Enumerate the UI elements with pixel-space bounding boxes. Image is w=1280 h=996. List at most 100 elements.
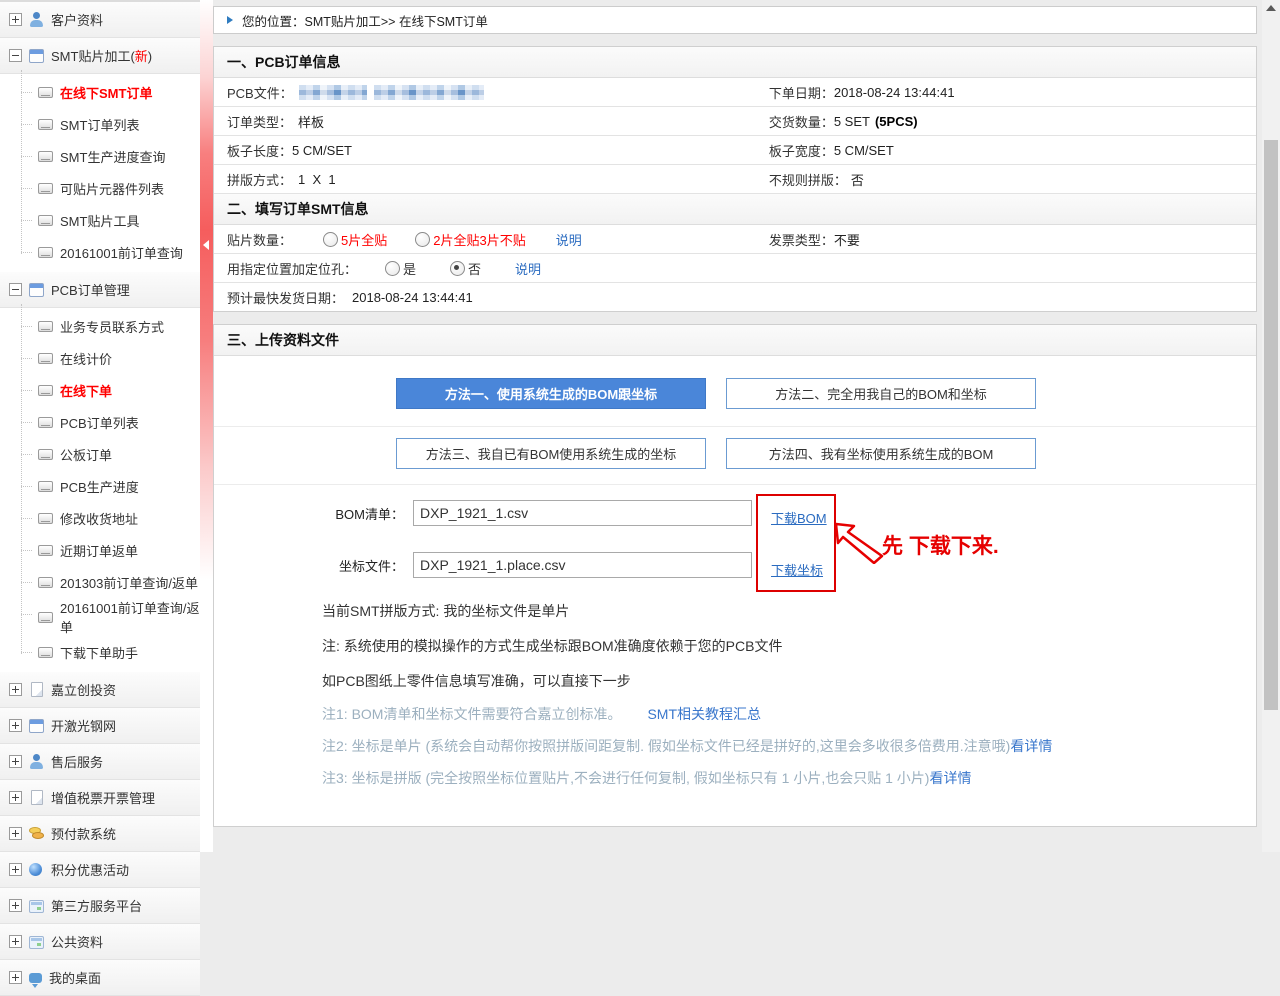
upload-footnotes: 注1: BOM清单和坐标文件需要符合嘉立创标准。SMT相关教程汇总 注2: 坐标… <box>322 698 1052 794</box>
radio-2of5-label[interactable]: 2片全贴3片不贴 <box>433 230 525 249</box>
expand-plus-icon[interactable] <box>9 13 22 26</box>
balloon-icon <box>29 863 42 876</box>
radio-yes-label[interactable]: 是 <box>403 259 416 278</box>
sidebar-item-online-order[interactable]: 在线下单 <box>0 374 200 406</box>
sidebar-item-smt-production-progress[interactable]: SMT生产进度查询 <box>0 140 200 172</box>
method4-button[interactable]: 方法四、我有坐标使用系统生成的BOM <box>726 438 1036 469</box>
board-length-label: 板子长度： <box>227 141 292 160</box>
sidebar-group-after-sales[interactable]: 售后服务 <box>0 744 200 780</box>
sidebar-item-online-smt-order[interactable]: 在线下SMT订单 <box>0 76 200 108</box>
breadcrumb: 您的位置：SMT贴片加工>> 在线下SMT订单 <box>213 6 1257 34</box>
sidebar-group-vat-invoice-mgmt[interactable]: 增值税票开票管理 <box>0 780 200 816</box>
sidebar-item-specialist-contact[interactable]: 业务专员联系方式 <box>0 310 200 342</box>
place-file-label: 坐标文件： <box>314 556 404 575</box>
expand-plus-icon[interactable] <box>9 683 22 696</box>
radio-yes[interactable] <box>385 261 400 276</box>
list-icon <box>38 87 53 98</box>
collapse-minus-icon[interactable] <box>9 49 22 62</box>
see-details-link[interactable]: 看详情 <box>1010 738 1052 754</box>
sidebar-group-laser-stencil[interactable]: 开激光钢网 <box>0 708 200 744</box>
sidebar-item-online-pricing[interactable]: 在线计价 <box>0 342 200 374</box>
smt-submenu: 在线下SMT订单 SMT订单列表 SMT生产进度查询 可贴片元器件列表 SMT贴… <box>0 74 200 272</box>
sidebar-item-download-order-helper[interactable]: 下载下单助手 <box>0 636 200 668</box>
footnote-1: 注1: BOM清单和坐标文件需要符合嘉立创标准。SMT相关教程汇总 <box>322 698 1052 730</box>
calendar-icon <box>29 283 44 297</box>
smt-tutorials-link[interactable]: SMT相关教程汇总 <box>647 706 761 722</box>
bom-file-input[interactable] <box>413 500 752 526</box>
divider <box>214 484 1256 485</box>
expand-plus-icon[interactable] <box>9 827 22 840</box>
pcb-file-censored-mosaic <box>299 85 367 100</box>
sidebar-item-public-board-order[interactable]: 公板订单 <box>0 438 200 470</box>
expand-plus-icon[interactable] <box>9 935 22 948</box>
method-buttons-row1: 方法一、使用系统生成的BOM跟坐标 方法二、完全用我自己的BOM和坐标 <box>396 378 1036 409</box>
download-bom-link[interactable]: 下载BOM <box>771 508 827 527</box>
new-badge: 新 <box>135 49 148 64</box>
sidebar-item-pre-201303-order-query[interactable]: 201303前订单查询/返单 <box>0 566 200 598</box>
method1-button[interactable]: 方法一、使用系统生成的BOM跟坐标 <box>396 378 706 409</box>
sidebar-item-smt-tools[interactable]: SMT贴片工具 <box>0 204 200 236</box>
sidebar-item-pcb-order-list[interactable]: PCB订单列表 <box>0 406 200 438</box>
scroll-up-arrow-icon[interactable] <box>1266 5 1276 11</box>
invoice-label: 发票类型： <box>769 230 834 249</box>
sidebar-group-smt-processing[interactable]: SMT贴片加工(新) <box>0 38 200 74</box>
list-icon <box>38 385 53 396</box>
see-details-link[interactable]: 看详情 <box>929 770 971 786</box>
main-content: 您的位置：SMT贴片加工>> 在线下SMT订单 一、PCB订单信息 PCB文件：… <box>213 0 1257 827</box>
expand-plus-icon[interactable] <box>9 863 22 876</box>
list-icon <box>38 612 53 623</box>
method3-button[interactable]: 方法三、我自已有BOM使用系统生成的坐标 <box>396 438 706 469</box>
sidebar-group-jlc-investment[interactable]: 嘉立创投资 <box>0 672 200 708</box>
method2-button[interactable]: 方法二、完全用我自己的BOM和坐标 <box>726 378 1036 409</box>
explain-link[interactable]: 说明 <box>515 259 541 278</box>
download-place-link[interactable]: 下载坐标 <box>771 560 823 579</box>
expand-plus-icon[interactable] <box>9 899 22 912</box>
upload-files-panel: 三、上传资料文件 方法一、使用系统生成的BOM跟坐标 方法二、完全用我自己的BO… <box>213 324 1257 827</box>
expand-plus-icon[interactable] <box>9 719 22 732</box>
sidebar-item-pre-20161001-order-reorder[interactable]: 20161001前订单查询/返单 <box>0 598 200 636</box>
sidebar-item-pcb-production-progress[interactable]: PCB生产进度 <box>0 470 200 502</box>
sidebar-item-smt-order-list[interactable]: SMT订单列表 <box>0 108 200 140</box>
expand-plus-icon[interactable] <box>9 755 22 768</box>
qty-value: 5 SET <box>834 114 870 129</box>
collapse-minus-icon[interactable] <box>9 283 22 296</box>
ship-date-value: 2018-08-24 13:44:41 <box>352 290 473 305</box>
radio-no[interactable] <box>450 261 465 276</box>
sidebar-group-points-promo[interactable]: 积分优惠活动 <box>0 852 200 888</box>
note-next-step: 如PCB图纸上零件信息填写准确，可以直接下一步 <box>322 664 782 699</box>
sidebar-item-mountable-components-list[interactable]: 可贴片元器件列表 <box>0 172 200 204</box>
sidebar-group-prepayment-system[interactable]: 预付款系统 <box>0 816 200 852</box>
locating-hole-label: 用指定位置加定位孔： <box>227 259 385 278</box>
collapse-arrow-icon[interactable] <box>203 240 209 250</box>
scrollbar-thumb[interactable] <box>1264 140 1278 710</box>
sidebar-item-pre-20161001-order-query[interactable]: 20161001前订单查询 <box>0 236 200 268</box>
radio-all5-label[interactable]: 5片全贴 <box>341 230 387 249</box>
expand-plus-icon[interactable] <box>9 791 22 804</box>
radio-2of5[interactable] <box>415 232 430 247</box>
sidebar-collapse-strip <box>200 0 213 852</box>
sidebar-group-my-desktop[interactable]: 我的桌面 <box>0 960 200 996</box>
radio-all5[interactable] <box>323 232 338 247</box>
sidebar-group-customer-data[interactable]: 客户资料 <box>0 2 200 38</box>
order-info-panel: 一、PCB订单信息 PCB文件： 下单日期： 2018-08-24 13:44:… <box>213 46 1257 312</box>
list-icon <box>38 449 53 460</box>
sidebar-nav: 客户资料 SMT贴片加工(新) 在线下SMT订单 SMT订单列表 SMT生产进度… <box>0 0 200 996</box>
breadcrumb-text: 您的位置：SMT贴片加工>> 在线下SMT订单 <box>242 11 488 30</box>
sidebar-group-public-resources[interactable]: 公共资料 <box>0 924 200 960</box>
section3-title: 三、上传资料文件 <box>214 325 1256 356</box>
divider <box>214 426 1256 427</box>
radio-no-label[interactable]: 否 <box>468 259 481 278</box>
explain-link[interactable]: 说明 <box>556 230 582 249</box>
bom-row: BOM清单： <box>314 500 752 526</box>
list-icon <box>38 513 53 524</box>
pcb-file-censored-mosaic <box>374 85 484 100</box>
place-file-input[interactable] <box>413 552 752 578</box>
sidebar-group-pcb-order-mgmt[interactable]: PCB订单管理 <box>0 272 200 308</box>
expand-plus-icon[interactable] <box>9 971 22 984</box>
method-buttons-row2: 方法三、我自已有BOM使用系统生成的坐标 方法四、我有坐标使用系统生成的BOM <box>396 438 1036 469</box>
section1-title: 一、PCB订单信息 <box>214 47 1256 78</box>
list-icon <box>38 247 53 258</box>
sidebar-item-edit-shipping-address[interactable]: 修改收货地址 <box>0 502 200 534</box>
sidebar-item-recent-reorder[interactable]: 近期订单返单 <box>0 534 200 566</box>
sidebar-group-third-party-platform[interactable]: 第三方服务平台 <box>0 888 200 924</box>
